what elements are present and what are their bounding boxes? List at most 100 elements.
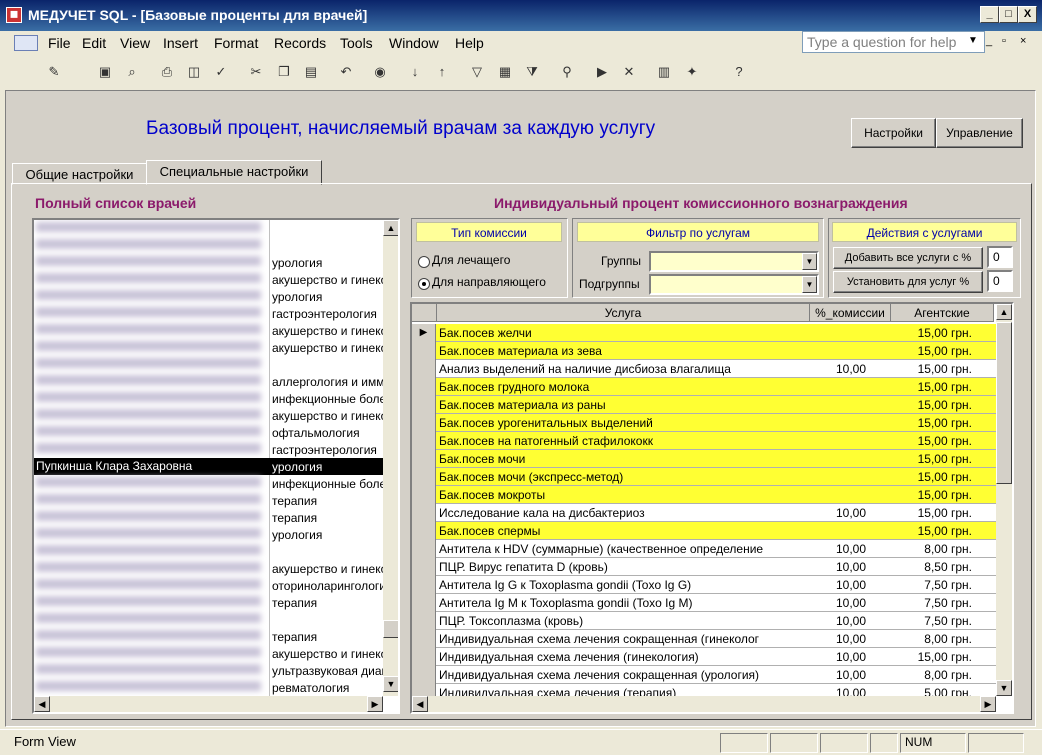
record-selector[interactable] (412, 540, 436, 558)
record-selector[interactable] (412, 396, 436, 414)
paste-icon[interactable]: ▤ (301, 62, 321, 82)
list-item[interactable]: Пупкинша Клара Захаровна урология (34, 458, 385, 475)
record-selector[interactable] (412, 468, 436, 486)
service-cell[interactable]: Индивидуальная схема лечения сокращенная… (439, 668, 809, 682)
menu-help[interactable]: Help (455, 35, 484, 51)
table-row[interactable]: Бак.посев материала из раны 15,00 грн. (412, 396, 996, 414)
list-item[interactable]: урология (34, 254, 385, 271)
list-item[interactable]: ревматология (34, 679, 385, 696)
menu-records[interactable]: Records (274, 35, 326, 51)
service-cell[interactable]: Бак.посев мочи (439, 452, 809, 466)
service-cell[interactable]: Бак.посев урогенитальных выделений (439, 416, 809, 430)
scroll-right-icon[interactable]: ▶ (367, 696, 383, 712)
print-preview-icon[interactable]: ◫ (184, 62, 204, 82)
scroll-thumb[interactable] (996, 322, 1012, 484)
record-selector[interactable] (412, 504, 436, 522)
table-row[interactable]: ПЦР. Вирус гепатита D (кровь) 10,00 8,50 г… (412, 558, 996, 576)
doc-minimize-icon[interactable]: _ (986, 35, 992, 47)
agent-cell[interactable]: 15,00 грн. (892, 488, 992, 502)
agent-cell[interactable]: 8,00 грн. (892, 542, 992, 556)
scroll-up-icon[interactable]: ▲ (996, 304, 1012, 320)
list-item[interactable]: оториноларингология (34, 577, 385, 594)
service-cell[interactable]: Бак.посев мочи (экспресс-метод) (439, 470, 809, 484)
table-row[interactable]: Антитела Ig G к Toxoplasma gondii (Toxo … (412, 576, 996, 594)
list-hscroll[interactable]: ◀ ▶ (34, 696, 383, 712)
service-cell[interactable]: Антитела к HDV (суммарные) (качественное… (439, 542, 809, 556)
filter-selection-icon[interactable]: ▽ (467, 62, 487, 82)
agent-cell[interactable]: 15,00 грн. (892, 326, 992, 340)
list-vscroll[interactable]: ▲ ▼ (383, 220, 398, 696)
commission-cell[interactable]: 10,00 (812, 362, 890, 376)
scroll-left-icon[interactable]: ◀ (34, 696, 50, 712)
list-item[interactable]: урология (34, 526, 385, 543)
commission-cell[interactable]: 10,00 (812, 632, 890, 646)
tab-general-settings[interactable]: Общие настройки (12, 163, 147, 185)
service-cell[interactable]: Бак.посев материала из зева (439, 344, 809, 358)
commission-cell[interactable]: 10,00 (812, 560, 890, 574)
agent-cell[interactable]: 15,00 грн. (892, 452, 992, 466)
list-item[interactable] (34, 237, 385, 254)
minimize-button[interactable]: _ (980, 6, 999, 23)
agent-cell[interactable]: 15,00 грн. (892, 416, 992, 430)
menu-tools[interactable]: Tools (340, 35, 373, 51)
agent-cell[interactable]: 15,00 грн. (892, 506, 992, 520)
record-selector[interactable] (412, 414, 436, 432)
new-object-icon[interactable]: ✦ (682, 62, 702, 82)
undo-icon[interactable]: ↶ (336, 62, 356, 82)
scroll-up-icon[interactable]: ▲ (383, 220, 398, 236)
service-cell[interactable]: Исследование кала на дисбактериоз (439, 506, 809, 520)
grid-vscroll[interactable]: ▲ ▼ (996, 304, 1012, 696)
table-row[interactable]: Анализ выделений на наличие дисбиоза вла… (412, 360, 996, 378)
menu-format[interactable]: Format (214, 35, 258, 51)
menu-insert[interactable]: Insert (163, 35, 198, 51)
record-selector[interactable] (412, 432, 436, 450)
commission-cell[interactable]: 10,00 (812, 542, 890, 556)
service-cell[interactable]: Индивидуальная схема лечения сокращенная… (439, 632, 809, 646)
agent-cell[interactable]: 15,00 грн. (892, 380, 992, 394)
service-cell[interactable]: Бак.посев желчи (439, 326, 809, 340)
table-row[interactable]: Бак.посев спермы 15,00 грн. (412, 522, 996, 540)
table-row[interactable]: Бак.посев урогенитальных выделений 15,00 … (412, 414, 996, 432)
record-selector[interactable] (412, 576, 436, 594)
commission-cell[interactable]: 10,00 (812, 578, 890, 592)
service-cell[interactable]: Бак.посев спермы (439, 524, 809, 538)
menu-window[interactable]: Window (389, 35, 439, 51)
header-agent[interactable]: Агентские (891, 304, 994, 322)
record-selector[interactable] (412, 522, 436, 540)
search-file-icon[interactable]: ⌕ (122, 62, 142, 82)
table-row[interactable]: Бак.посев мочи (экспресс-метод) 15,00 грн… (412, 468, 996, 486)
agent-cell[interactable]: 7,50 грн. (892, 614, 992, 628)
agent-cell[interactable]: 15,00 грн. (892, 650, 992, 664)
database-window-icon[interactable]: ▥ (654, 62, 674, 82)
form-icon[interactable] (14, 35, 38, 51)
doc-restore-icon[interactable]: ▫ (1002, 35, 1006, 47)
list-item[interactable]: урология (34, 288, 385, 305)
scroll-down-icon[interactable]: ▼ (996, 680, 1012, 696)
radio-referring[interactable] (418, 278, 430, 290)
save-icon[interactable]: ▣ (95, 62, 115, 82)
subgroups-combo[interactable]: ▼ (649, 274, 819, 295)
service-cell[interactable]: Антитела Ig G к Toxoplasma gondii (Toxo … (439, 578, 809, 592)
scroll-left-icon[interactable]: ◀ (412, 696, 428, 712)
table-row[interactable]: Исследование кала на дисбактериоз 10,00 15… (412, 504, 996, 522)
list-item[interactable]: гастроэнтерология (34, 441, 385, 458)
table-row[interactable]: Индивидуальная схема лечения (гинекологи… (412, 648, 996, 666)
agent-cell[interactable]: 15,00 грн. (892, 434, 992, 448)
list-item[interactable]: инфекционные болезни (34, 475, 385, 492)
agent-cell[interactable]: 7,50 грн. (892, 596, 992, 610)
add-all-services-button[interactable]: Добавить все услуги с % (833, 247, 983, 269)
agent-cell[interactable]: 8,50 грн. (892, 560, 992, 574)
print-icon[interactable]: ⎙ (157, 62, 177, 82)
help-icon[interactable]: ? (729, 62, 749, 82)
list-item[interactable]: аллергология и иммунология (34, 373, 385, 390)
agent-cell[interactable]: 15,00 грн. (892, 344, 992, 358)
apply-filter-icon[interactable]: ⧩ (522, 62, 542, 82)
add-all-percent-input[interactable]: 0 (987, 246, 1013, 268)
header-service[interactable]: Услуга (437, 304, 810, 322)
service-cell[interactable]: ПЦР. Токсоплазма (кровь) (439, 614, 809, 628)
scroll-right-icon[interactable]: ▶ (980, 696, 996, 712)
record-selector[interactable] (412, 648, 436, 666)
record-selector[interactable] (412, 594, 436, 612)
list-item[interactable] (34, 611, 385, 628)
list-item[interactable]: акушерство и гинекология (34, 271, 385, 288)
